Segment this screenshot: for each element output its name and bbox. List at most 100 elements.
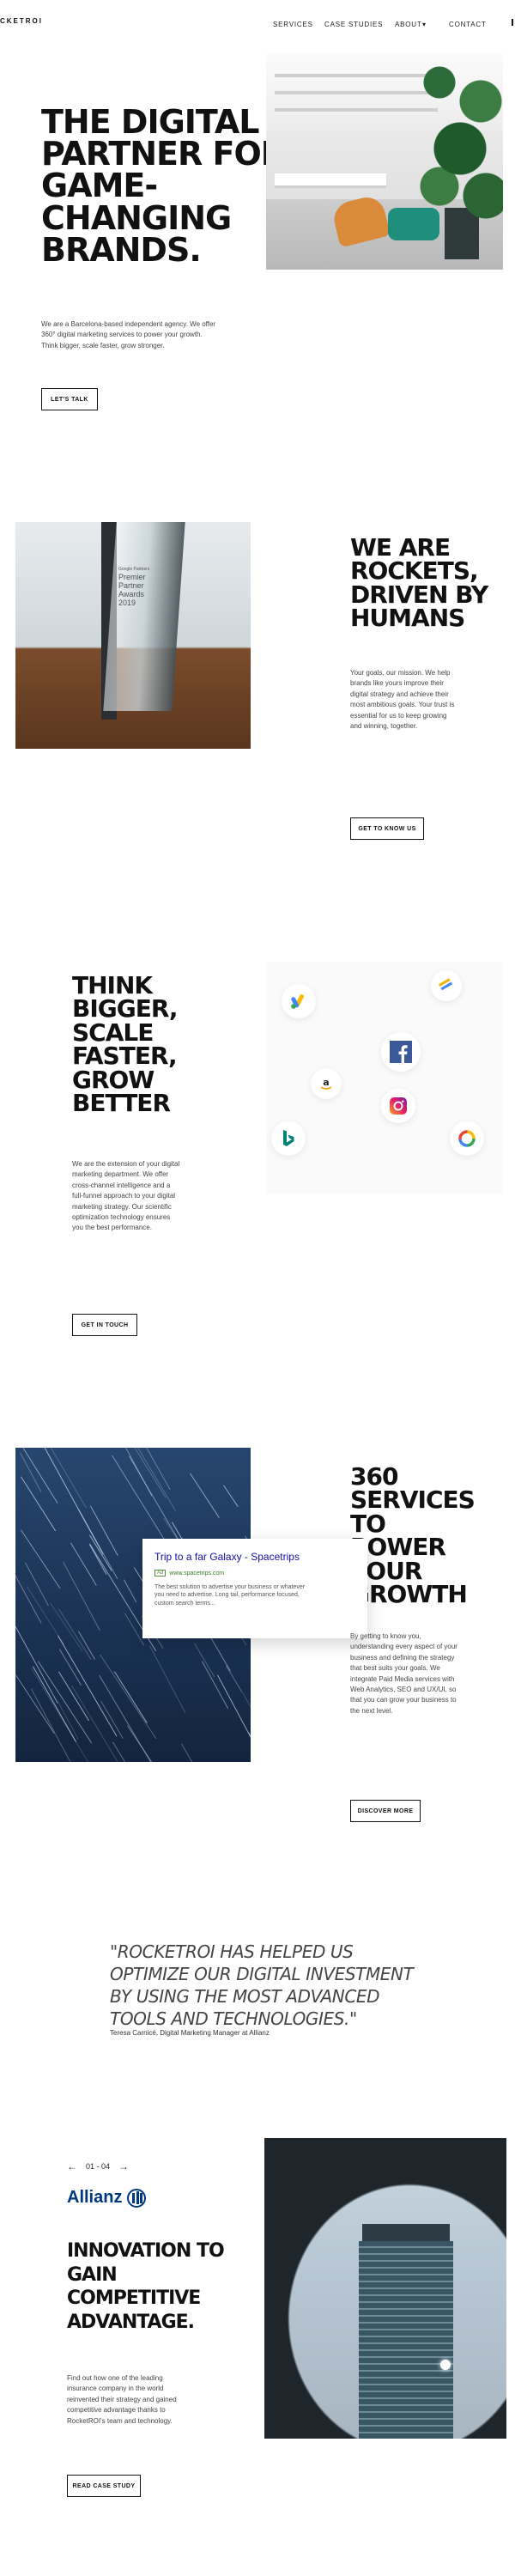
hero-headline-line: CHANGING — [41, 198, 232, 237]
star-trail — [38, 1661, 93, 1743]
google-ads-icon — [282, 984, 316, 1018]
star-trail — [30, 1688, 88, 1762]
services-headline: 360 SERVICES TO POWER YOUR GROWTH — [350, 1464, 515, 1609]
testimonial-quote: "ROCKETROI HAS HELPED US OPTIMIZE OUR DI… — [110, 1941, 414, 2029]
think-description-line: marketing department. We offer — [72, 1170, 169, 1179]
rockets-description-line: digital strategy and achieve their — [350, 690, 449, 698]
star-trail — [126, 1725, 181, 1762]
ad-title: Trip to a far Galaxy - Spacetrips — [154, 1551, 300, 1563]
case-headline-line: GAIN — [67, 2263, 118, 2286]
star-trail — [21, 1476, 57, 1532]
case-description: Find out how one of the leading insuranc… — [67, 2373, 221, 2427]
services-description-line: Web Analytics, SEO and UX/UI, so — [350, 1685, 457, 1693]
ad-description: The best solution to advertise your busi… — [154, 1583, 355, 1607]
star-trail — [40, 1448, 88, 1509]
services-description-line: By getting to know you, — [350, 1632, 421, 1640]
star-trail — [124, 1579, 137, 1603]
case-description-line: RocketROI's team and technology. — [67, 2416, 173, 2425]
office-photo — [266, 53, 503, 270]
award-text: Premier Partner Awards 2019 — [118, 573, 170, 608]
get-to-know-us-button[interactable]: GET TO KNOW US — [350, 817, 424, 840]
star-trail — [193, 1643, 215, 1678]
think-headline: THINK BIGGER, SCALE FASTER, GROW BETTER — [72, 971, 179, 1118]
rockets-headline-line: WE ARE — [350, 533, 451, 562]
think-description: We are the extension of your digital mar… — [72, 1159, 209, 1234]
read-case-study-button[interactable]: READ CASE STUDY — [67, 2475, 141, 2497]
case-description-line: Find out how one of the leading — [67, 2374, 163, 2382]
think-headline-line: THINK — [72, 971, 153, 999]
star-trail — [21, 1529, 61, 1589]
ad-url-row: Ad www.spacetrips.com — [154, 1570, 355, 1577]
rockets-description-line: and winning, together. — [350, 721, 418, 730]
think-headline-line: GROW — [72, 1065, 154, 1094]
star-trail — [114, 1671, 148, 1723]
star-trail — [21, 1448, 58, 1504]
services-description-line: that you can grow your business to — [350, 1696, 457, 1704]
case-description-line: competitive advantage thanks to — [67, 2406, 166, 2415]
rockets-description-line: essential for us to keep growing — [350, 711, 447, 720]
star-trail — [216, 1674, 251, 1751]
services-headline-line: SERVICES TO — [350, 1485, 476, 1538]
facebook-icon — [381, 1032, 421, 1072]
nav-about[interactable]: ABOUT — [395, 21, 422, 28]
case-headline-line: INNOVATION TO — [67, 2240, 225, 2262]
think-headline-line: BETTER — [72, 1089, 171, 1118]
menu-edge-icon[interactable] — [512, 19, 513, 26]
chevron-down-icon[interactable]: ▾ — [422, 21, 426, 28]
star-trail — [189, 1473, 220, 1519]
award-glass — [103, 522, 185, 711]
think-description-line: you the best performance. — [72, 1224, 152, 1232]
discover-more-button[interactable]: DISCOVER MORE — [350, 1800, 421, 1822]
ad-description-line: you need to advertise. Long tail, perfor… — [154, 1592, 300, 1599]
arrow-right-icon[interactable]: → — [118, 2160, 129, 2172]
svg-text:a: a — [323, 1077, 329, 1088]
star-trail — [89, 1505, 118, 1555]
hero-headline-line: GAME- — [41, 167, 158, 205]
star-trail — [100, 1700, 124, 1740]
rockets-description-line: brands like yours improve their — [350, 679, 444, 688]
services-description-line: understanding every aspect of your — [350, 1643, 457, 1651]
rockets-headline-line: ROCKETS, — [350, 556, 479, 586]
client-logo-word: Allianz — [67, 2188, 123, 2207]
case-description-line: reinvented their strategy and gained — [67, 2395, 177, 2403]
case-headline-line: COMPETITIVE — [67, 2287, 201, 2309]
services-headline-line: POWER — [350, 1533, 446, 1562]
lets-talk-button[interactable]: LET'S TALK — [41, 388, 98, 410]
star-trail — [58, 1671, 89, 1721]
get-in-touch-button[interactable]: GET IN TOUCH — [72, 1314, 137, 1336]
think-description-line: We are the extension of your digital — [72, 1160, 180, 1168]
star-trail — [180, 1743, 227, 1762]
hero-description-line: 360° digital marketing services to power… — [41, 331, 203, 339]
case-description-line: insurance company in the world — [67, 2385, 164, 2393]
case-pager: ← 01 - 04 → — [67, 2160, 129, 2172]
rockets-headline-line: HUMANS — [350, 604, 465, 633]
ad-badge: Ad — [154, 1570, 167, 1577]
services-description-line: business and defining the strategy — [350, 1653, 455, 1662]
rockets-description-line: most ambitious goals. Your trust is — [350, 701, 455, 709]
think-headline-line: SCALE — [72, 1018, 154, 1047]
think-description-line: full-funnel approach to your digital — [72, 1192, 176, 1200]
nav-services[interactable]: SERVICES — [273, 21, 313, 28]
hero-headline-line: BRANDS. — [41, 230, 202, 269]
hero-description-line: We are a Barcelona-based independent age… — [41, 320, 216, 328]
nav-contact[interactable]: CONTACT — [449, 21, 487, 28]
services-headline-line: GROWTH — [350, 1580, 468, 1609]
hero-headline-line: PARTNER FOR — [41, 135, 286, 173]
hero-headline-line: THE DIGITAL — [41, 103, 260, 141]
star-trail — [15, 1672, 55, 1734]
arrow-left-icon[interactable]: ← — [67, 2160, 77, 2172]
think-description-line: marketing strategy. Our scientific — [72, 1202, 172, 1211]
case-headline: INNOVATION TO GAIN COMPETITIVE ADVANTAGE… — [67, 2239, 225, 2334]
building-photo — [264, 2138, 506, 2439]
google-tag-manager-icon — [431, 970, 462, 1001]
rockets-description: Your goals, our mission. We help brands … — [350, 668, 488, 732]
think-headline-line: FASTER, — [72, 1042, 178, 1071]
nav-case-studies[interactable]: CASE STUDIES — [324, 21, 383, 28]
client-logo: Allianz — [67, 2188, 147, 2208]
ad-url: www.spacetrips.com — [169, 1570, 225, 1577]
brand-logo[interactable]: CKETROI — [0, 17, 43, 25]
services-description: By getting to know you, understanding ev… — [350, 1631, 488, 1716]
hero-headline: THE DIGITAL PARTNER FOR GAME- CHANGING B… — [41, 103, 286, 269]
services-description-line: that best suits your goals. We — [350, 1664, 440, 1673]
services-description-line: integrate Paid Media services with — [350, 1674, 455, 1683]
